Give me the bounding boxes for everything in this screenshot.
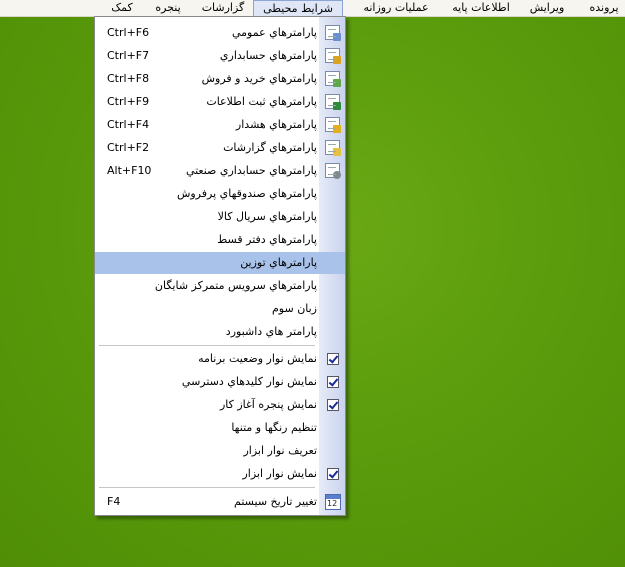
menu-item-third-language[interactable]: زبان سوم [95, 298, 345, 320]
menu-separator [99, 487, 315, 488]
menu-item-bestseller-funds-params[interactable]: پارامترهاي صندوقهاي پرفروش [95, 183, 345, 205]
document-settings-icon [325, 25, 341, 41]
menu-item-purchase-sales-params[interactable]: پارامترهاي خريد و فروش Ctrl+F8 [95, 68, 345, 90]
menu-item-product-serial-params[interactable]: پارامترهاي سريال کالا [95, 206, 345, 228]
menu-help[interactable]: کمک [104, 0, 140, 16]
check-icon [327, 468, 339, 480]
menu-item-label: زبان سوم [271, 302, 317, 315]
menu-item-label: پارامترهاي سريال کالا [217, 210, 317, 223]
menu-item-label: پارامتر هاي داشبورد [225, 325, 317, 338]
menu-item-label: نمايش نوار کليدهاي دسترسي [181, 375, 317, 388]
menu-item-warning-params[interactable]: پارامترهاي هشدار Ctrl+F4 [95, 114, 345, 136]
menu-item-label: پارامترهاي دفتر قسط [217, 233, 317, 246]
menu-window[interactable]: پنجره [148, 0, 188, 16]
menu-item-weighing-params[interactable]: پارامترهاي توزين [95, 252, 345, 274]
menu-item-label: پارامترهاي حسابداري صنعتي [185, 164, 317, 177]
menu-item-label: نمايش پنجره آغاز کار [219, 398, 317, 411]
menu-item-colors-texts-settings[interactable]: تنظيم رنگها و متنها [95, 417, 345, 439]
menu-item-shortcut: Ctrl+F2 [107, 141, 150, 154]
menu-item-label: پارامترهاي گزارشات [223, 141, 317, 154]
menu-item-label: تغيير تاريخ سيستم [234, 495, 317, 508]
menu-item-show-startup-window[interactable]: نمايش پنجره آغاز کار [95, 394, 345, 416]
menu-item-label: نمايش نوار ابزار [242, 467, 317, 480]
menu-item-shortcut: F4 [107, 495, 121, 508]
document-warning-icon [325, 117, 341, 133]
menu-bar: پرونده ویرایش اطلاعات پایه عملیات روزانه… [0, 0, 625, 17]
menu-item-industrial-accounting-params[interactable]: پارامترهاي حسابداري صنعتي Alt+F10 [95, 160, 345, 182]
menu-item-shortcut: Ctrl+F8 [107, 72, 150, 85]
menu-item-label: پارامترهاي خريد و فروش [201, 72, 317, 85]
menu-item-label: پارامترهاي توزين [240, 256, 317, 269]
document-reports-icon [325, 140, 341, 156]
menu-item-label: پارامترهاي هشدار [235, 118, 317, 131]
menu-item-label: پارامترهاي صندوقهاي پرفروش [176, 187, 317, 200]
menu-separator [99, 345, 315, 346]
menu-item-label: تنظيم رنگها و متنها [231, 421, 317, 434]
check-icon [327, 376, 339, 388]
menu-item-define-toolbar[interactable]: تعريف نوار ابزار [95, 440, 345, 462]
menu-item-show-status-bar[interactable]: نمايش نوار وضعيت برنامه [95, 348, 345, 370]
menu-item-reports-params[interactable]: پارامترهاي گزارشات Ctrl+F2 [95, 137, 345, 159]
menu-item-shortcut: Ctrl+F9 [107, 95, 150, 108]
menu-item-shortcut: Ctrl+F7 [107, 49, 150, 62]
menu-reports[interactable]: گزارشات [198, 0, 248, 16]
check-icon [327, 399, 339, 411]
menu-item-label: پارامترهاي حسابداري [219, 49, 317, 62]
menu-item-accounting-params[interactable]: پارامترهاي حسابداري Ctrl+F7 [95, 45, 345, 67]
menu-item-change-system-date[interactable]: 12 تغيير تاريخ سيستم F4 [95, 491, 345, 513]
menu-item-label: نمايش نوار وضعيت برنامه [198, 352, 317, 365]
calendar-icon-day: 12 [327, 499, 338, 508]
menu-file[interactable]: پرونده [584, 0, 624, 16]
calendar-icon: 12 [325, 494, 341, 510]
menu-item-data-entry-params[interactable]: پارامترهاي ثبت اطلاعات Ctrl+F9 [95, 91, 345, 113]
menu-item-show-toolbar[interactable]: نمايش نوار ابزار [95, 463, 345, 485]
environment-settings-dropdown: پارامترهاي عمومي Ctrl+F6 پارامترهاي حساب… [94, 16, 346, 516]
menu-item-installment-book-params[interactable]: پارامترهاي دفتر قسط [95, 229, 345, 251]
menu-item-show-access-keys-bar[interactable]: نمايش نوار کليدهاي دسترسي [95, 371, 345, 393]
document-gear-icon [325, 163, 341, 179]
document-data-entry-icon [325, 94, 341, 110]
menu-item-label: پارامترهاي عمومي [232, 26, 317, 39]
menu-item-dashboard-params[interactable]: پارامتر هاي داشبورد [95, 321, 345, 343]
menu-item-label: تعريف نوار ابزار [243, 444, 317, 457]
document-accounting-icon [325, 48, 341, 64]
menu-item-label: پارامترهاي سرويس متمرکز شايگان [154, 279, 317, 292]
menu-item-label: پارامترهاي ثبت اطلاعات [206, 95, 317, 108]
menu-item-shortcut: Ctrl+F6 [107, 26, 150, 39]
document-sales-icon [325, 71, 341, 87]
menu-basic-info[interactable]: اطلاعات پایه [448, 0, 514, 16]
menu-item-shortcut: Alt+F10 [107, 164, 152, 177]
menu-daily-operations[interactable]: عملیات روزانه [356, 0, 436, 16]
menu-item-central-service-params[interactable]: پارامترهاي سرويس متمرکز شايگان [95, 275, 345, 297]
check-icon [327, 353, 339, 365]
menu-item-general-params[interactable]: پارامترهاي عمومي Ctrl+F6 [95, 22, 345, 44]
menu-edit[interactable]: ویرایش [522, 0, 572, 16]
menu-environment-settings[interactable]: شرایط محیطی [253, 0, 343, 17]
menu-item-shortcut: Ctrl+F4 [107, 118, 150, 131]
